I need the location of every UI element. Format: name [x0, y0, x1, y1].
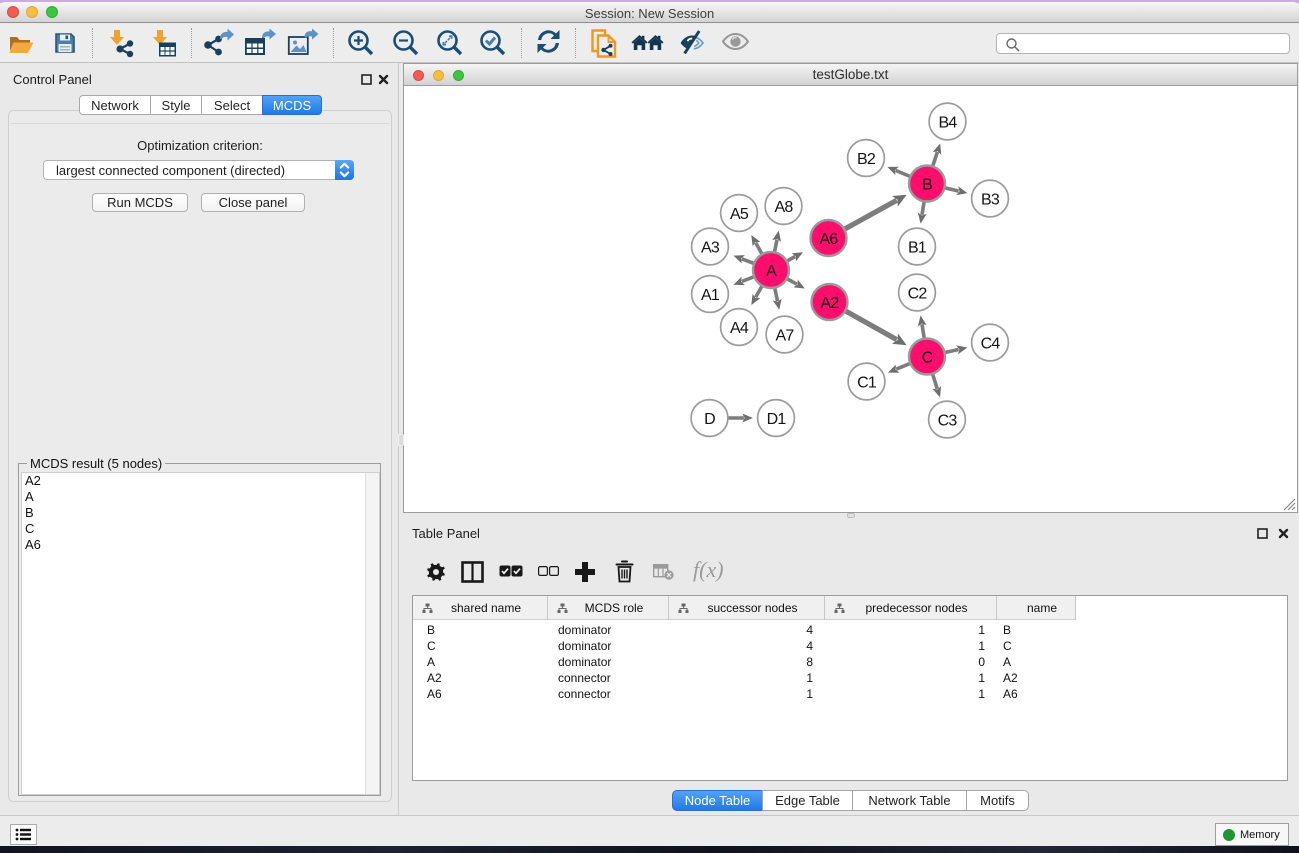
svg-text:A6: A6 [820, 231, 839, 248]
svg-text:B3: B3 [981, 192, 1000, 209]
svg-text:B: B [922, 177, 932, 194]
svg-text:A4: A4 [730, 320, 749, 337]
svg-text:C1: C1 [857, 375, 877, 392]
svg-text:A3: A3 [701, 240, 720, 257]
svg-text:B4: B4 [939, 115, 958, 132]
svg-text:C: C [922, 350, 933, 367]
svg-text:A2: A2 [821, 295, 840, 312]
svg-text:D: D [704, 411, 715, 428]
svg-text:A: A [766, 263, 777, 280]
svg-text:A1: A1 [701, 287, 720, 304]
svg-text:C4: C4 [981, 336, 1001, 353]
svg-text:B1: B1 [908, 240, 927, 257]
svg-text:A7: A7 [776, 328, 795, 345]
svg-text:C3: C3 [938, 413, 958, 430]
svg-text:C2: C2 [908, 286, 928, 303]
svg-text:A8: A8 [775, 199, 794, 216]
svg-text:A5: A5 [730, 206, 749, 223]
svg-text:D1: D1 [767, 411, 787, 428]
svg-text:B2: B2 [857, 151, 876, 168]
